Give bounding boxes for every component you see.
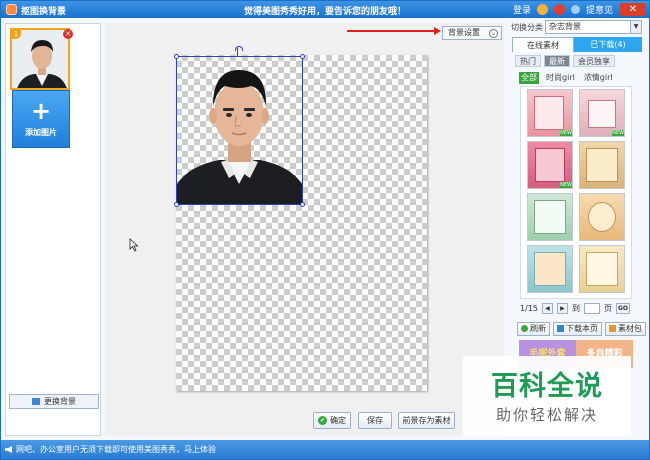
template-thumbnail[interactable] <box>579 193 625 241</box>
dropdown-arrow-icon: ▼ <box>630 21 641 33</box>
category-label: 切换分类 <box>511 23 543 32</box>
subfilter-fashion-girl[interactable]: 时尚girl <box>544 72 577 84</box>
image-list-panel: 1 ✕ + 添加图片 <box>5 23 101 436</box>
watermark-subtitle: 助你轻松解决 <box>495 406 598 424</box>
resize-handle-top-left[interactable] <box>174 54 179 59</box>
template-thumbnail[interactable] <box>527 245 573 293</box>
pagination: 1/15 ◀ ▶ 到 页 GO <box>520 302 630 315</box>
refresh-button[interactable]: 刷新 <box>517 322 550 336</box>
template-frame <box>588 202 616 232</box>
page-number-input[interactable] <box>583 303 600 314</box>
refresh-label: 刷新 <box>530 324 546 333</box>
thumbnail-index-badge: 1 <box>12 30 21 39</box>
material-pack-label: 素材包 <box>618 324 642 333</box>
remove-image-icon[interactable]: ✕ <box>63 29 73 39</box>
subfilter-sweet-girl[interactable]: 浓情girl <box>582 72 615 84</box>
package-icon <box>609 325 616 332</box>
template-frame <box>534 200 566 234</box>
feedback-link[interactable]: 提意见 <box>586 3 613 16</box>
title-actions: 登录 提意见 <box>513 3 613 16</box>
title-bar: 抠图换背景 觉得美图秀秀好用，要告诉您的朋友哦！ 登录 提意见 ✕ <box>1 1 649 18</box>
watermark-title: 百科全说 <box>491 371 603 402</box>
filter-hot[interactable]: 热门 <box>515 55 541 67</box>
filter-vip[interactable]: 会员独享 <box>573 55 615 67</box>
feedback-icon <box>570 5 580 14</box>
login-link[interactable]: 登录 <box>513 3 531 16</box>
red-arrow-annotation <box>347 27 441 35</box>
page-status: 1/15 <box>520 304 538 313</box>
tab-downloaded[interactable]: 已下载(4) <box>574 37 642 52</box>
download-icon <box>557 325 564 332</box>
image-thumbnail[interactable]: 1 <box>10 28 70 90</box>
go-button[interactable]: GO <box>615 303 630 314</box>
close-button[interactable]: ✕ <box>620 3 646 16</box>
status-text[interactable]: 网吧、办公室用户无须下载即可使用美图秀秀，马上体验 <box>16 445 216 454</box>
speaker-icon <box>5 446 12 453</box>
resize-handle-top-right[interactable] <box>300 54 305 59</box>
subcategory-row: 全部 时尚girl 浓情girl <box>519 72 615 84</box>
save-as-material-label: 前景存为素材 <box>402 416 451 425</box>
new-badge: NEW <box>560 182 572 188</box>
change-background-button[interactable]: 更换背景 <box>9 394 99 409</box>
resize-handle-bottom-left[interactable] <box>174 202 179 207</box>
change-background-label: 更换背景 <box>44 397 76 406</box>
app-window: 抠图换背景 觉得美图秀秀好用，要告诉您的朋友哦！ 登录 提意见 ✕ 1 ✕ + <box>0 0 650 460</box>
resize-handle-bottom-right[interactable] <box>300 202 305 207</box>
sort-filter-row: 热门 最新 会员独享 <box>515 55 615 67</box>
background-settings-button[interactable]: 背景设置 ⌄ <box>442 26 502 40</box>
material-tools: 刷新 下载本页 素材包 <box>517 322 646 336</box>
watermark-overlay: 百科全说 助你轻松解决 <box>463 356 631 436</box>
template-frame <box>588 100 616 128</box>
save-button[interactable]: 保存 <box>358 412 392 429</box>
template-thumbnail[interactable]: NEW <box>527 89 573 137</box>
template-thumbnail[interactable] <box>527 193 573 241</box>
prev-page-button[interactable]: ◀ <box>541 303 553 314</box>
page-to-label: 到 <box>571 304 580 313</box>
chevron-down-icon: ⌄ <box>489 29 498 38</box>
selection-frame[interactable] <box>176 56 303 205</box>
category-select[interactable]: 杂志背景 ▼ <box>545 20 642 34</box>
rotate-handle[interactable] <box>235 46 243 56</box>
template-frame <box>586 148 618 182</box>
template-thumbnail[interactable] <box>579 245 625 293</box>
save-foreground-as-material-button[interactable]: 前景存为素材 <box>398 412 455 429</box>
page-unit-label: 页 <box>603 304 612 313</box>
material-pack-button[interactable]: 素材包 <box>605 322 646 336</box>
add-image-label: 添加图片 <box>25 128 57 137</box>
background-icon <box>32 398 40 405</box>
portrait-thumbnail-image <box>12 30 68 88</box>
template-thumbnail[interactable] <box>579 141 625 189</box>
template-frame <box>535 148 565 182</box>
plus-icon: + <box>30 97 52 125</box>
confirm-label: 确定 <box>330 416 346 425</box>
next-page-button[interactable]: ▶ <box>556 303 568 314</box>
status-bar: 网吧、办公室用户无须下载即可使用美图秀秀，马上体验 <box>1 440 649 459</box>
background-settings-label: 背景设置 <box>448 28 480 37</box>
weibo-icon[interactable] <box>553 4 565 15</box>
check-icon: ✔ <box>318 416 327 425</box>
template-frame <box>534 96 564 130</box>
template-thumbnail[interactable]: NEW <box>527 141 573 189</box>
new-badge: NEW <box>612 130 624 136</box>
confirm-button[interactable]: ✔ 确定 <box>313 412 351 429</box>
subfilter-all[interactable]: 全部 <box>519 72 539 84</box>
tab-online-materials[interactable]: 在线素材 <box>512 37 574 52</box>
filter-newest[interactable]: 最新 <box>544 55 570 67</box>
save-label: 保存 <box>367 416 383 425</box>
refresh-icon <box>521 325 528 332</box>
download-page-button[interactable]: 下载本页 <box>553 322 602 336</box>
template-frame <box>534 252 566 286</box>
mouse-cursor-icon <box>129 238 139 252</box>
download-page-label: 下载本页 <box>566 324 598 333</box>
user-icon[interactable] <box>536 4 548 15</box>
new-badge: NEW <box>560 130 572 136</box>
template-frame <box>586 252 618 286</box>
template-thumbnail[interactable]: NEW <box>579 89 625 137</box>
add-image-button[interactable]: + 添加图片 <box>12 90 70 148</box>
category-value: 杂志背景 <box>549 22 581 31</box>
